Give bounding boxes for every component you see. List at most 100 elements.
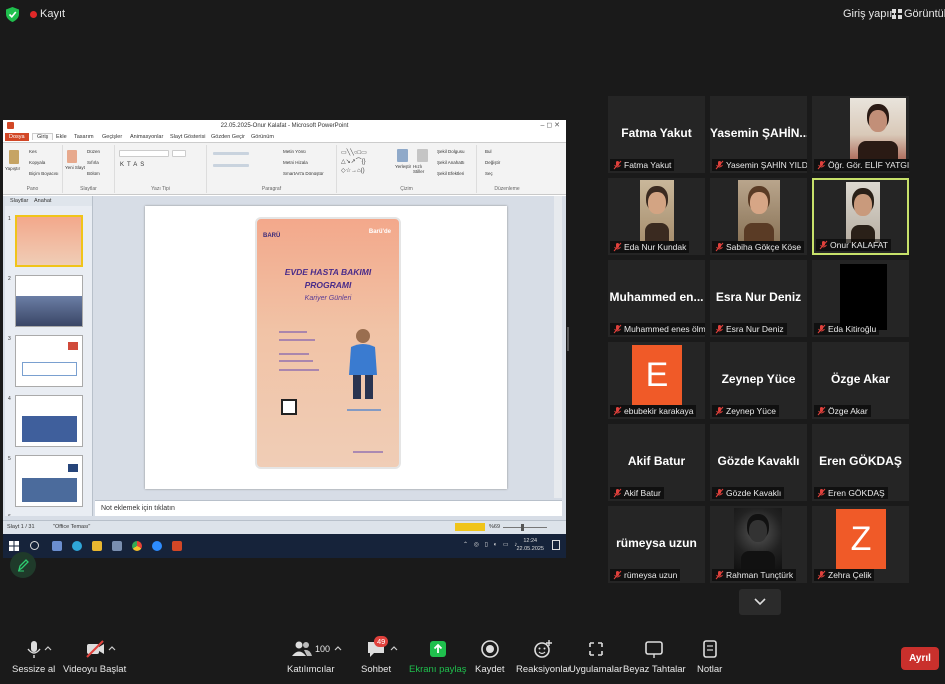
tab-home[interactable]: Giriş	[32, 133, 54, 140]
notification-icon[interactable]	[552, 540, 560, 550]
participants-button[interactable]: 100 Katılımcılar	[287, 638, 335, 675]
tab-animations[interactable]: Animasyonlar	[130, 134, 163, 140]
slide-thumbnail-3[interactable]	[15, 335, 83, 387]
mute-button[interactable]: Sessize al	[12, 638, 55, 675]
participant-tile[interactable]: Yasemin ŞAHİN... Yasemin ŞAHİN YILDIZ	[710, 96, 807, 173]
tab-insert[interactable]: Ekle	[56, 134, 67, 140]
participant-tile[interactable]: Eda Kitiroğlu	[812, 260, 909, 337]
whiteboards-button[interactable]: Beyaz Tahtalar	[623, 638, 686, 675]
edge-browser-icon[interactable]	[72, 541, 82, 551]
powerpoint-taskbar-icon[interactable]	[172, 541, 182, 551]
caret-up-icon[interactable]	[390, 645, 398, 651]
participant-tile[interactable]: Gözde Kavaklı Gözde Kavaklı	[710, 424, 807, 501]
system-tray-icons[interactable]: ⌃ ◎ ▯ ◐ ▭ ♪	[463, 541, 519, 548]
chrome-icon[interactable]	[132, 541, 142, 551]
participant-tile[interactable]: Eebubekir karakaya	[608, 342, 705, 419]
cut-button[interactable]: Kes	[29, 149, 37, 154]
select-button[interactable]: Seç	[485, 171, 493, 176]
participant-tile[interactable]: Zeynep Yüce Zeynep Yüce	[710, 342, 807, 419]
participant-tile[interactable]: Rahman Tunçtürk	[710, 506, 807, 583]
slide-thumbnail-5[interactable]	[15, 455, 83, 507]
start-video-button[interactable]: Videoyu Başlat	[63, 638, 126, 675]
list-buttons[interactable]	[213, 152, 249, 155]
windows-start-icon[interactable]	[9, 541, 19, 551]
participant-tile[interactable]: Sabiha Gökçe Köse	[710, 178, 807, 255]
participant-tile[interactable]: rümeysa uzun rümeysa uzun	[608, 506, 705, 583]
shape-fill-button[interactable]: Şekil Dolgusu	[437, 149, 465, 154]
font-size-dropdown[interactable]	[172, 150, 186, 157]
zoom-slider[interactable]	[503, 527, 547, 528]
quick-styles-button[interactable]: Hızlı Stiller	[413, 164, 433, 174]
participant-tile[interactable]: Z Zehra Çelik	[812, 506, 909, 583]
tab-slides-pane[interactable]: Slaytlar	[10, 198, 28, 204]
reactions-button[interactable]: Reaksiyonlar	[516, 638, 571, 675]
zoom-app-icon[interactable]	[152, 541, 162, 551]
font-name-dropdown[interactable]	[119, 150, 169, 157]
paste-icon[interactable]	[9, 150, 19, 164]
replace-button[interactable]: Değiştir	[485, 160, 500, 165]
notes-pane[interactable]: Not eklemek için tıklatın	[95, 500, 562, 516]
tab-review[interactable]: Gözden Geçir	[211, 134, 245, 140]
shape-outline-button[interactable]: Şekil Anahattı	[437, 160, 465, 165]
reset-button[interactable]: Sıfırla	[87, 160, 99, 165]
quick-styles-icon[interactable]	[417, 149, 428, 162]
new-slide-button[interactable]: Yeni Slayt	[65, 165, 85, 170]
font-format-buttons[interactable]: KTAS	[120, 162, 147, 168]
annotate-button[interactable]	[10, 552, 36, 578]
view-menu-button[interactable]: Görüntüle	[904, 8, 945, 20]
caret-up-icon[interactable]	[44, 645, 52, 651]
slide-thumbnail-2[interactable]	[15, 275, 83, 327]
find-button[interactable]: Bul	[485, 149, 492, 154]
participant-tile[interactable]: Özge Akar Özge Akar	[812, 342, 909, 419]
participant-tile[interactable]: Onur KALAFAT	[812, 178, 909, 255]
caret-up-icon[interactable]	[108, 645, 116, 651]
participant-tile[interactable]: Fatma Yakut Fatma Yakut	[608, 96, 705, 173]
participant-tile[interactable]: Öğr. Gör. ELİF YATGIN	[812, 96, 909, 173]
participant-tile[interactable]: Eren GÖKDAŞ Eren GÖKDAŞ	[812, 424, 909, 501]
apps-button[interactable]: Uygulamalar	[569, 638, 622, 675]
taskbar-clock[interactable]: 12:24 22.05.2025	[516, 537, 544, 553]
sign-in-link[interactable]: Giriş yapın	[843, 8, 896, 20]
recording-label[interactable]: Kayıt	[40, 8, 65, 20]
gallery-next-page-button[interactable]	[739, 589, 781, 615]
record-button[interactable]: Kaydet	[475, 638, 505, 675]
participant-tile[interactable]: Esra Nur Deniz Esra Nur Deniz	[710, 260, 807, 337]
task-view-icon[interactable]	[52, 541, 62, 551]
tab-design[interactable]: Tasarım	[74, 134, 94, 140]
slide-thumbnail-4[interactable]	[15, 395, 83, 447]
slide-scrollbar[interactable]	[554, 196, 562, 498]
shield-icon[interactable]	[6, 7, 19, 22]
tab-file[interactable]: Dosya	[5, 133, 29, 141]
participant-tile[interactable]: Muhammed en... Muhammed enes ölmez	[608, 260, 705, 337]
participant-tile[interactable]: Akif Batur Akif Batur	[608, 424, 705, 501]
zoom-slider-thumb[interactable]	[521, 524, 524, 531]
caret-up-icon[interactable]	[334, 645, 342, 651]
arrange-button[interactable]: Yerleştir	[395, 164, 411, 169]
zoom-level[interactable]: %69	[489, 524, 500, 530]
tab-transitions[interactable]: Geçişler	[102, 134, 122, 140]
split-resize-handle[interactable]	[567, 327, 569, 351]
participant-tile[interactable]: Eda Nur Kundak	[608, 178, 705, 255]
layout-button[interactable]: Düzen	[87, 149, 100, 154]
chat-button[interactable]: 49 Sohbet	[361, 636, 391, 675]
align-text-button[interactable]: Metni Hizala	[283, 160, 308, 165]
new-slide-icon[interactable]	[67, 150, 77, 163]
section-button[interactable]: Bölüm	[87, 171, 100, 176]
tab-view[interactable]: Görünüm	[251, 134, 274, 140]
file-explorer-icon[interactable]	[92, 541, 102, 551]
tab-outline-pane[interactable]: Anahat	[34, 198, 51, 204]
current-slide[interactable]: BARÜ Barü'de EVDE HASTA BAKIMI PROGRAMI …	[145, 206, 507, 489]
notes-button[interactable]: Notlar	[697, 638, 722, 675]
smartart-button[interactable]: SmartArt'a Dönüştür	[283, 171, 324, 176]
shapes-gallery[interactable]: ▭╲╲○□▭ △↘↗⌒{} ◇☆→⌂()	[341, 149, 391, 179]
align-buttons[interactable]	[213, 164, 249, 167]
view-buttons[interactable]	[455, 523, 485, 531]
text-direction-button[interactable]: Metin Yönü	[283, 149, 306, 154]
shape-effects-button[interactable]: Şekil Efektleri	[437, 171, 464, 176]
arrange-icon[interactable]	[397, 149, 408, 162]
search-icon[interactable]	[30, 541, 39, 550]
slide-thumbnail-1[interactable]	[15, 215, 83, 267]
format-painter-button[interactable]: Biçim Boyacısı	[29, 171, 59, 176]
store-icon[interactable]	[112, 541, 122, 551]
tab-slideshow[interactable]: Slayt Gösterisi	[170, 134, 205, 140]
